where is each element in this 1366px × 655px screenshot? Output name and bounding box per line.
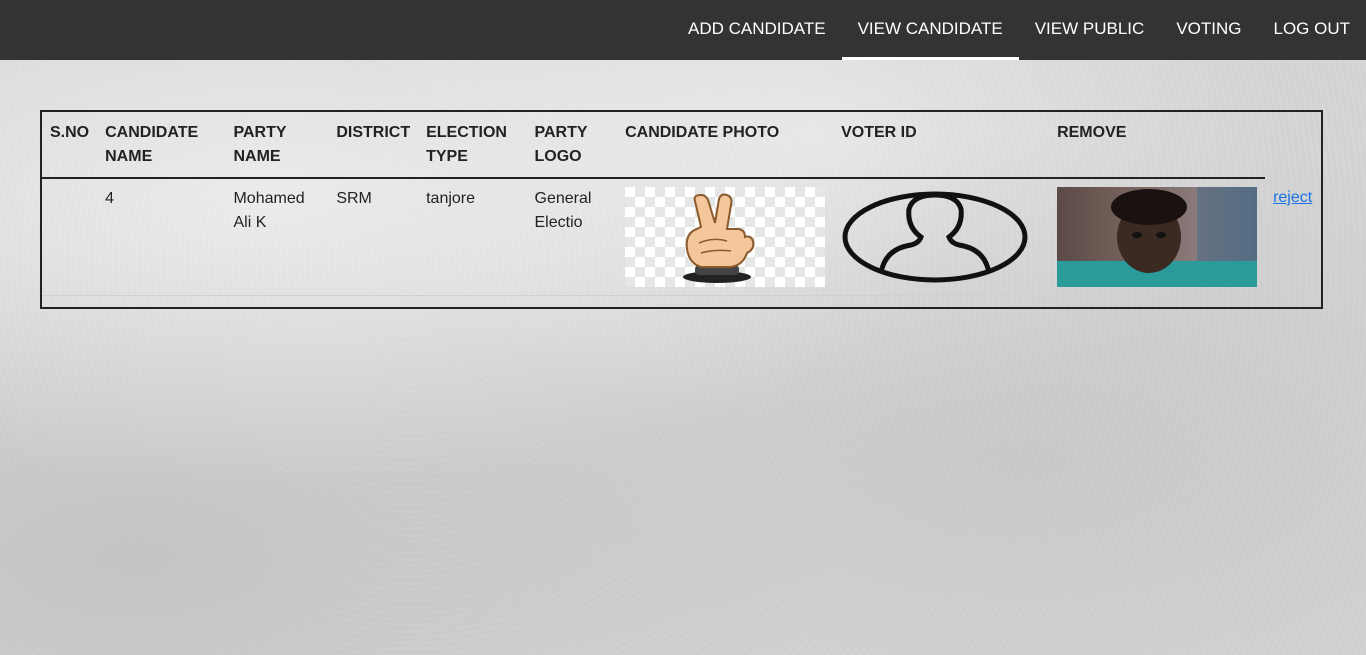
nav-view-candidate[interactable]: VIEW CANDIDATE bbox=[841, 0, 1019, 60]
cell-district: SRM bbox=[328, 178, 419, 296]
header-district: DISTRICT bbox=[328, 112, 419, 179]
nav-menu: ADD CANDIDATE VIEW CANDIDATE VIEW PUBLIC… bbox=[672, 0, 1366, 60]
cell-election-type: tanjore bbox=[418, 178, 527, 296]
header-party-name: PARTY NAME bbox=[225, 112, 329, 179]
candidate-table-container: S.NO CANDIDATE NAME PARTY NAME DISTRICT … bbox=[40, 110, 1323, 309]
table-row: 4 Mohamed Ali K SRM tanjore General Elec… bbox=[42, 178, 1321, 296]
cell-voter-id bbox=[833, 178, 1050, 296]
header-party-logo: PARTY LOGO bbox=[526, 112, 618, 179]
header-voter-id: VOTER ID bbox=[833, 112, 1050, 179]
nav-view-public[interactable]: VIEW PUBLIC bbox=[1019, 0, 1161, 60]
nav-log-out[interactable]: LOG OUT bbox=[1257, 0, 1366, 60]
cell-candidate-photo bbox=[617, 178, 834, 296]
cell-party-logo: General Electio bbox=[526, 178, 618, 296]
cell-sno bbox=[42, 178, 98, 296]
cell-party-name: Mohamed Ali K bbox=[225, 178, 329, 296]
header-remove: REMOVE bbox=[1049, 112, 1266, 179]
cell-candidate-name: 4 bbox=[97, 178, 226, 296]
nav-voting[interactable]: VOTING bbox=[1160, 0, 1257, 60]
header-election-type: ELECTION TYPE bbox=[418, 112, 527, 179]
candidate-table: S.NO CANDIDATE NAME PARTY NAME DISTRICT … bbox=[42, 112, 1321, 296]
header-candidate-name: CANDIDATE NAME bbox=[97, 112, 226, 179]
cell-action: reject bbox=[1265, 178, 1321, 296]
reject-link[interactable]: reject bbox=[1273, 189, 1312, 206]
candidate-face-photo bbox=[1057, 187, 1258, 287]
top-navbar: ADD CANDIDATE VIEW CANDIDATE VIEW PUBLIC… bbox=[0, 0, 1366, 60]
person-silhouette-icon bbox=[841, 187, 1041, 287]
cell-remove bbox=[1049, 178, 1266, 296]
header-sno: S.NO bbox=[42, 112, 98, 179]
header-action bbox=[1265, 112, 1321, 178]
nav-add-candidate[interactable]: ADD CANDIDATE bbox=[672, 0, 842, 60]
victory-hand-logo-icon bbox=[625, 187, 826, 287]
header-candidate-photo: CANDIDATE PHOTO bbox=[617, 112, 834, 179]
table-header-row: S.NO CANDIDATE NAME PARTY NAME DISTRICT … bbox=[42, 112, 1321, 179]
